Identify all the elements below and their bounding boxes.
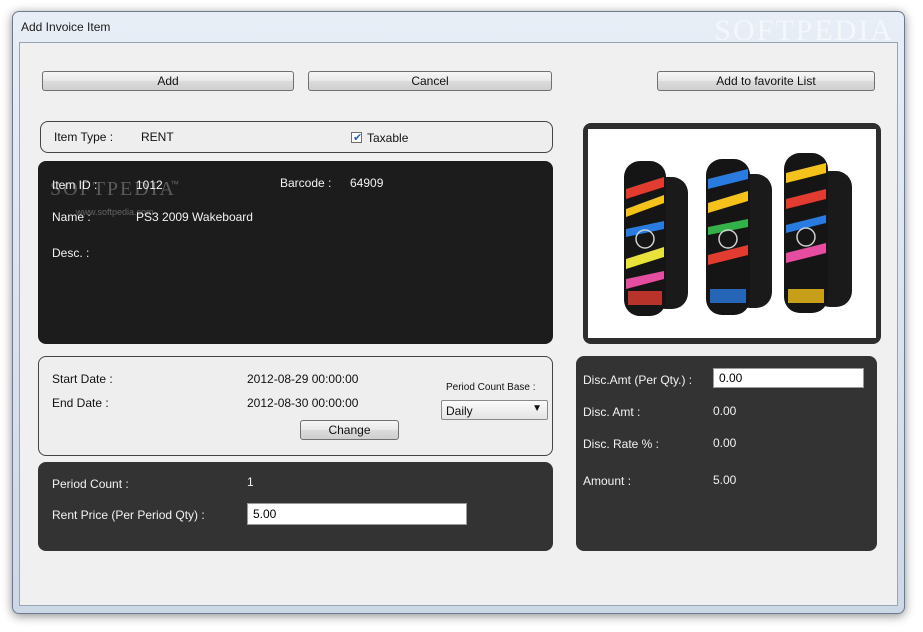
discount-panel: Disc.Amt (Per Qty.) : Disc. Amt : 0.00 D…	[576, 356, 877, 551]
end-date-value: 2012-08-30 00:00:00	[247, 396, 359, 410]
dates-panel: Start Date : 2012-08-29 00:00:00 End Dat…	[38, 356, 553, 456]
window-title: Add Invoice Item	[21, 20, 111, 34]
end-date-label: End Date :	[52, 396, 109, 410]
disc-amt-per-qty-input[interactable]	[713, 368, 864, 388]
name-value: PS3 2009 Wakeboard	[136, 210, 253, 224]
title-bar[interactable]: Add Invoice Item SOFTPEDIA	[13, 12, 904, 47]
rent-price-input[interactable]	[247, 503, 467, 525]
taxable-checkbox[interactable]: ✔	[351, 132, 363, 144]
period-count-base-label: Period Count Base :	[446, 382, 536, 393]
barcode-label: Barcode :	[280, 176, 332, 190]
chevron-down-icon: ▼	[532, 403, 542, 414]
dialog-body: Add Cancel Add to favorite List Item Typ…	[19, 42, 898, 606]
taxable-label: Taxable	[367, 131, 409, 145]
dialog-window: Add Invoice Item SOFTPEDIA Add Cancel Ad…	[12, 11, 905, 614]
item-type-panel: Item Type : RENT ✔ Taxable	[40, 121, 553, 153]
wakeboard-3	[784, 153, 852, 313]
rent-price-label: Rent Price (Per Period Qty) :	[52, 508, 205, 522]
check-icon: ✔	[353, 132, 363, 144]
item-type-label: Item Type :	[54, 130, 114, 144]
product-image	[588, 129, 876, 338]
amount-label: Amount :	[583, 474, 632, 488]
item-id-label: Item ID :	[52, 178, 98, 192]
disc-rate-value: 0.00	[713, 436, 737, 450]
disc-rate-label: Disc. Rate % :	[583, 437, 660, 451]
disc-amt-label: Disc. Amt :	[583, 405, 641, 419]
watermark-trademark: ™	[170, 179, 179, 189]
item-type-value: RENT	[141, 130, 174, 144]
start-date-value: 2012-08-29 00:00:00	[247, 372, 359, 386]
amount-value: 5.00	[713, 473, 737, 487]
disc-amt-value: 0.00	[713, 404, 737, 418]
period-count-base-value: Daily	[446, 404, 473, 418]
cancel-button[interactable]: Cancel	[308, 71, 552, 91]
wakeboard-image	[624, 153, 852, 316]
add-to-favorite-button[interactable]: Add to favorite List	[657, 71, 875, 91]
disc-amt-per-qty-label: Disc.Amt (Per Qty.) :	[583, 373, 693, 387]
wakeboard-1	[624, 161, 688, 316]
name-label: Name :	[52, 210, 91, 224]
period-count-value: 1	[247, 475, 254, 489]
rent-panel: Period Count : 1 Rent Price (Per Period …	[38, 462, 553, 551]
period-count-base-select[interactable]: Daily ▼	[441, 400, 548, 420]
item-id-value: 1012	[136, 178, 163, 192]
item-info-panel: SOFTPEDIA ™ www.softpedia.com Item ID : …	[38, 161, 553, 344]
wakeboard-2	[706, 159, 772, 315]
desc-label: Desc. :	[52, 246, 90, 260]
product-image-frame	[583, 123, 881, 344]
period-count-label: Period Count :	[52, 477, 129, 491]
add-button[interactable]: Add	[42, 71, 294, 91]
start-date-label: Start Date :	[52, 372, 113, 386]
change-button[interactable]: Change	[300, 420, 399, 440]
barcode-value: 64909	[350, 176, 384, 190]
